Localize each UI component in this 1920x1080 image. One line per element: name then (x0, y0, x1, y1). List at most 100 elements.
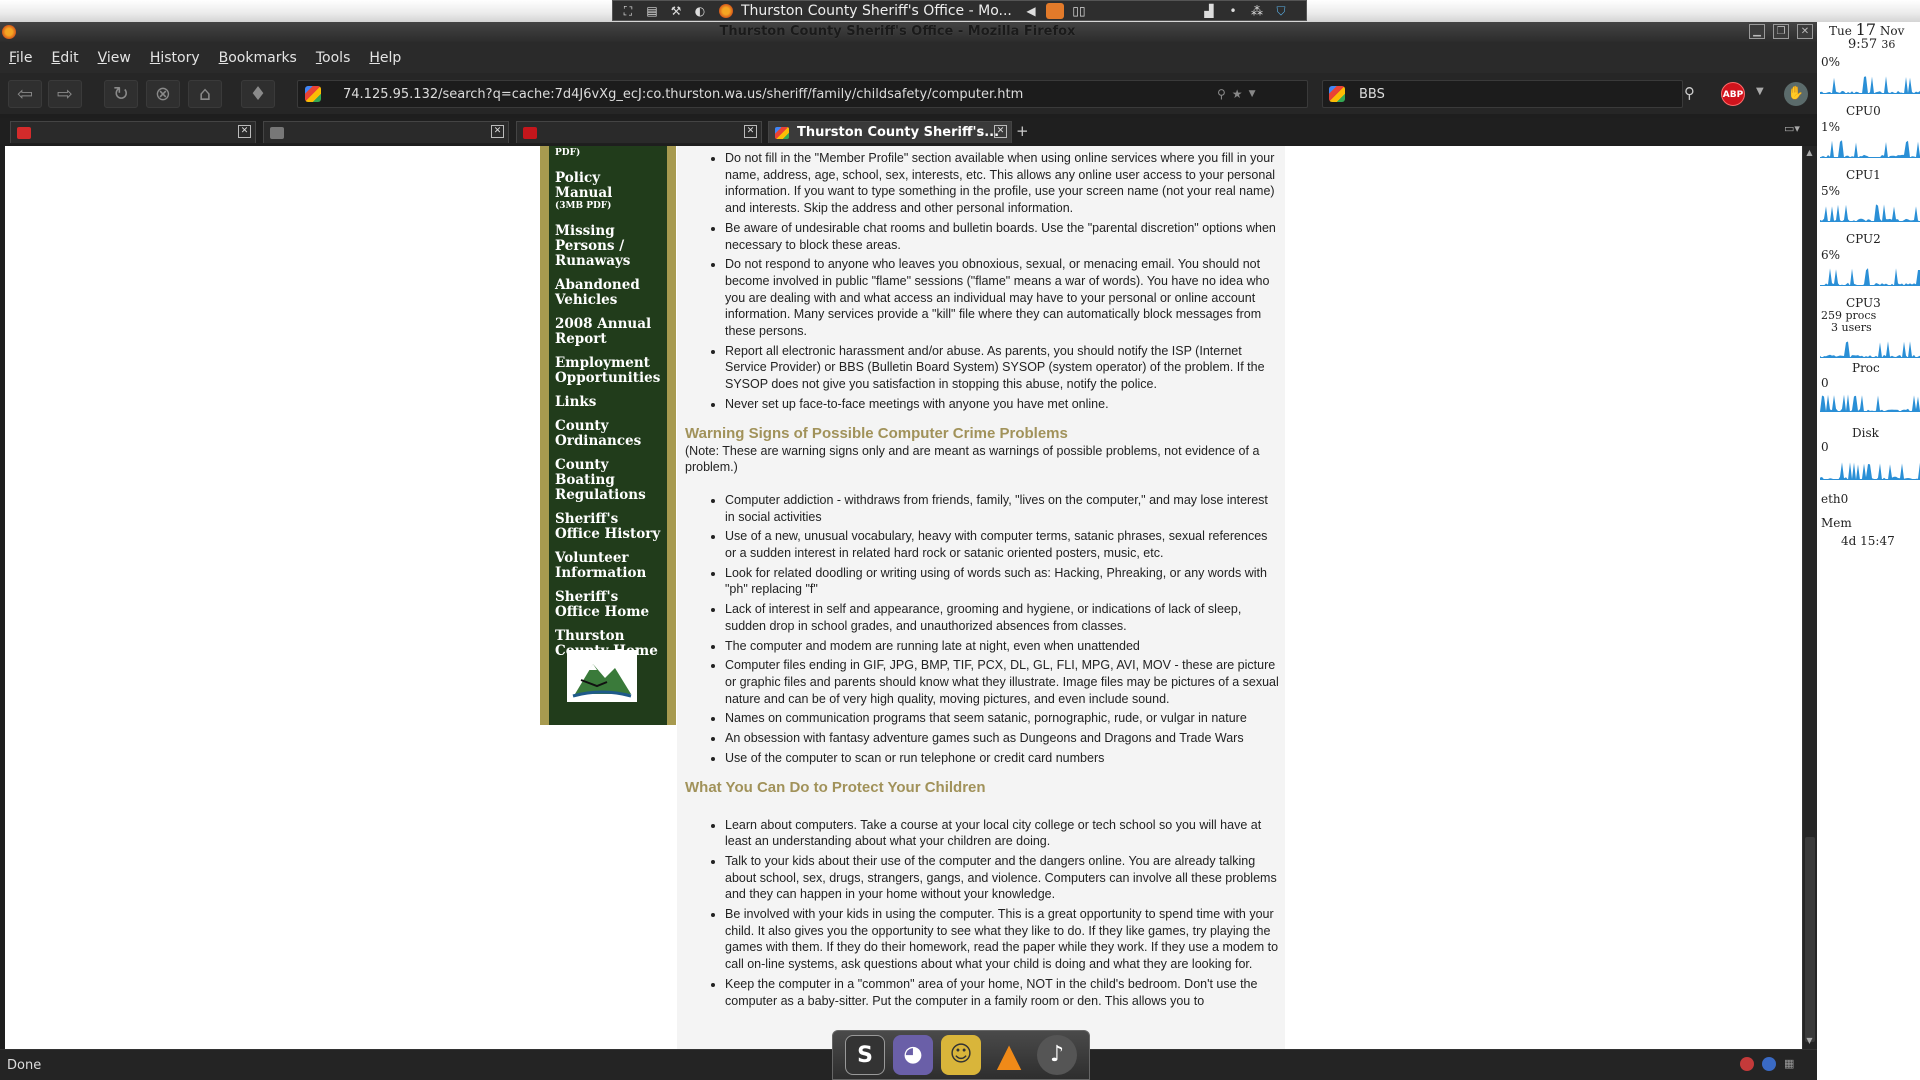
warning-signs-note: (Note: These are warning signs only and … (685, 443, 1260, 475)
grid-icon[interactable]: ⁂ (1248, 3, 1266, 19)
nav-link-annual-report[interactable]: 2008 Annual Report (555, 317, 661, 347)
bookmark-star-icon[interactable]: ★ (1232, 87, 1243, 101)
maximize-button[interactable]: ❐ (1773, 24, 1789, 39)
menu-file[interactable]: File (9, 50, 32, 66)
nav-link-office-history[interactable]: Sheriff's Office History (555, 512, 661, 542)
cpu1-graph (1820, 202, 1920, 222)
menu-history[interactable]: History (150, 50, 200, 66)
search-engine-icon[interactable] (1329, 86, 1345, 102)
scrollbar-thumb[interactable] (1805, 837, 1815, 1042)
cpu-total-pct: 0% (1821, 55, 1841, 69)
tab-close-icon[interactable]: ✕ (744, 125, 757, 138)
nav-link-missing-persons[interactable]: Missing Persons / Runaways (555, 224, 661, 269)
list-item: Talk to your kids about their use of the… (725, 853, 1281, 903)
nav-link-links[interactable]: Links (555, 395, 661, 410)
status-grip-icon[interactable]: ▦ (1784, 1057, 1794, 1071)
warning-signs-list: Computer addiction - withdraws from frie… (685, 492, 1281, 767)
dock-app-s[interactable]: S (845, 1035, 885, 1075)
list-item: Use of the computer to scan or run telep… (725, 750, 1281, 767)
shield-tray-icon[interactable]: ⛉ (1272, 3, 1290, 19)
county-logo-icon[interactable] (567, 650, 637, 702)
cpu1-label: CPU1 (1846, 168, 1881, 182)
panel-button-1[interactable]: ▤ (643, 3, 661, 19)
dock-app-music[interactable]: ♪ (1037, 1035, 1077, 1075)
menu-tools[interactable]: Tools (316, 50, 351, 66)
menu-bookmarks[interactable]: Bookmarks (219, 50, 297, 66)
volume-icon[interactable]: ◀ (1022, 3, 1040, 19)
disk-value: 0 (1821, 440, 1829, 454)
scroll-down-icon[interactable]: ▼ (1804, 1036, 1815, 1045)
list-item: Use of a new, unusual vocabulary, heavy … (725, 528, 1281, 561)
forward-button[interactable]: ⇨ (48, 80, 82, 108)
list-item: Computer files ending in GIF, JPG, BMP, … (725, 657, 1281, 707)
tab-red-site[interactable]: ✕ (516, 121, 762, 143)
taskbar-window-title[interactable]: Thurston County Sheriff's Office - Mo... (741, 3, 1016, 19)
search-bar[interactable]: BBS (1322, 80, 1683, 108)
tab-close-icon[interactable]: ✕ (994, 125, 1007, 138)
workspace-switcher-icon[interactable]: ▯▯ (1070, 3, 1088, 19)
list-item: Computer addiction - withdraws from frie… (725, 492, 1281, 525)
search-go-icon[interactable]: ⚲ (1684, 84, 1695, 102)
tab-close-icon[interactable]: ✕ (491, 125, 504, 138)
nav-link-county-ordinances[interactable]: County Ordinances (555, 419, 661, 449)
scroll-up-icon[interactable]: ▲ (1804, 148, 1815, 157)
home-button[interactable]: ⌂ (188, 80, 222, 108)
addon-hand-icon[interactable]: ✋ (1784, 82, 1808, 106)
panel-button-0[interactable]: ⛶ (619, 3, 637, 19)
tab-document[interactable]: ✕ (263, 121, 509, 143)
adblock-plus-icon[interactable]: ABP (1721, 82, 1745, 106)
menu-help[interactable]: Help (369, 50, 401, 66)
taskbar-strip: ⛶ ▤ ⚒ ◐ Thurston County Sheriff's Office… (612, 0, 1307, 21)
adblock-dropdown-icon[interactable]: ▼ (1756, 86, 1764, 97)
cpu2-label: CPU2 (1846, 232, 1881, 246)
status-addon-icon[interactable] (1740, 1057, 1754, 1071)
back-button[interactable]: ⇦ (8, 80, 42, 108)
nav-link-policy-manual[interactable]: Policy Manual (555, 171, 661, 201)
nav-link-volunteer[interactable]: Volunteer Information (555, 551, 661, 581)
nav-link-pdf-tail[interactable]: PDF) (555, 148, 661, 159)
stop-button[interactable]: ⊗ (146, 80, 180, 108)
disk-graph (1820, 460, 1920, 480)
tab-close-icon[interactable]: ✕ (238, 125, 251, 138)
tab-list-icon[interactable]: ▭▾ (1784, 122, 1806, 138)
site-favicon-icon (305, 86, 321, 102)
url-search-icon[interactable]: ⚲ (1217, 87, 1226, 101)
dock-app-chat[interactable]: ◕ (893, 1035, 933, 1075)
proc-label: Proc (1852, 361, 1880, 375)
users-count: 3 users (1831, 321, 1872, 334)
nav-link-boating-regulations[interactable]: County Boating Regulations (555, 458, 661, 503)
url-dropdown-icon[interactable]: ▼ (1249, 89, 1256, 99)
cpu0-graph (1820, 138, 1920, 158)
notification-icon[interactable]: • (1224, 3, 1242, 19)
tab-active-thurston[interactable]: Thurston County Sheriff's... ✕ (768, 121, 1012, 143)
red-site-icon (523, 126, 537, 139)
dock-app-vlc[interactable]: ▲ (989, 1035, 1029, 1075)
menu-bar: File Edit View History Bookmarks Tools H… (0, 42, 1817, 73)
url-text[interactable]: 74.125.95.132/search?q=cache:7d4J6vXg_ec… (343, 87, 1213, 102)
firefox-launcher-icon[interactable] (1046, 2, 1064, 19)
status-globe-icon[interactable] (1762, 1057, 1776, 1071)
nav-link-office-home[interactable]: Sheriff's Office Home (555, 590, 661, 620)
nav-link-employment[interactable]: Employment Opportunities (555, 356, 661, 386)
cpu0-label: CPU0 (1846, 104, 1881, 118)
mem-label: Mem (1821, 516, 1852, 530)
search-input[interactable]: BBS (1359, 87, 1385, 102)
tab-gmail[interactable]: ✕ (10, 121, 256, 143)
reload-button[interactable]: ↻ (104, 80, 138, 108)
dock-app-pidgin[interactable]: ☺ (941, 1035, 981, 1075)
panel-button-2[interactable]: ⚒ (667, 3, 685, 19)
uptime: 4d 15:47 (1841, 534, 1895, 548)
tab-label: Thurston County Sheriff's... (797, 125, 1000, 140)
close-window-button[interactable]: ✕ (1797, 24, 1813, 39)
status-tray: ▦ (1740, 1057, 1794, 1071)
panel-button-3[interactable]: ◐ (691, 3, 709, 19)
network-icon[interactable]: ▟ (1200, 3, 1218, 19)
new-tab-button[interactable]: + (1016, 122, 1029, 140)
minimize-button[interactable]: ▁ (1749, 24, 1765, 39)
url-bar[interactable]: 74.125.95.132/search?q=cache:7d4J6vXg_ec… (297, 80, 1308, 108)
menu-edit[interactable]: Edit (51, 50, 78, 66)
bookmark-tool-icon[interactable]: ♦ (241, 80, 275, 108)
list-item: Keep the computer in a "common" area of … (725, 976, 1281, 1009)
nav-link-abandoned-vehicles[interactable]: Abandoned Vehicles (555, 278, 661, 308)
menu-view[interactable]: View (98, 50, 131, 66)
